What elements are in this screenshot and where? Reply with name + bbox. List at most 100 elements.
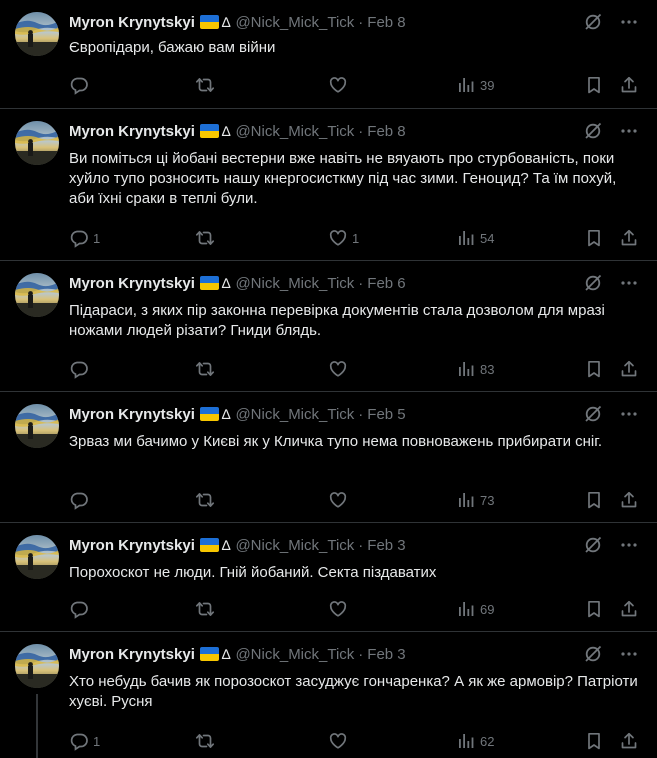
author-name[interactable]: Myron Krynytskyi (69, 537, 195, 554)
like-button[interactable]: 1 (328, 228, 359, 248)
reply-button[interactable]: 1 (69, 731, 100, 751)
like-icon (328, 490, 348, 510)
tweet[interactable]: Myron Krynytskyi ∆ @Nick_Mick_Tick · Feb… (0, 261, 657, 392)
more-icon[interactable] (619, 535, 639, 555)
thread-line (36, 694, 38, 758)
reply-count: 1 (93, 733, 101, 749)
delta-badge: ∆ (221, 646, 231, 662)
views-button[interactable]: 54 (456, 228, 494, 248)
share-button[interactable] (619, 490, 639, 510)
grok-icon[interactable] (583, 273, 603, 293)
tweet[interactable]: Myron Krynytskyi ∆ @Nick_Mick_Tick · Feb… (0, 0, 657, 109)
ukraine-flag-icon (199, 15, 219, 29)
reply-button[interactable]: 1 (69, 228, 100, 248)
like-button[interactable] (328, 599, 352, 619)
author-handle[interactable]: @Nick_Mick_Tick (235, 123, 354, 140)
more-icon[interactable] (619, 121, 639, 141)
tweet-date[interactable]: Feb 6 (367, 275, 405, 292)
author-handle[interactable]: @Nick_Mick_Tick (235, 537, 354, 554)
retweet-button[interactable] (195, 731, 219, 751)
share-button[interactable] (619, 359, 639, 379)
retweet-button[interactable] (195, 599, 219, 619)
author-name[interactable]: Myron Krynytskyi (69, 123, 195, 140)
more-icon[interactable] (619, 273, 639, 293)
bookmark-icon (584, 359, 604, 379)
more-icon[interactable] (619, 644, 639, 664)
retweet-button[interactable] (195, 490, 219, 510)
views-button[interactable]: 69 (456, 599, 494, 619)
tweet-top-actions (583, 644, 639, 664)
ukraine-flag-icon (199, 407, 219, 421)
reply-button[interactable] (69, 490, 93, 510)
author-name[interactable]: Myron Krynytskyi (69, 646, 195, 663)
more-icon[interactable] (619, 404, 639, 424)
reply-button[interactable] (69, 599, 93, 619)
author-handle[interactable]: @Nick_Mick_Tick (235, 406, 354, 423)
share-button[interactable] (619, 228, 639, 248)
grok-icon[interactable] (583, 121, 603, 141)
grok-icon[interactable] (583, 404, 603, 424)
like-button[interactable] (328, 75, 352, 95)
grok-icon[interactable] (583, 535, 603, 555)
tweet-date[interactable]: Feb 3 (367, 537, 405, 554)
avatar[interactable] (15, 535, 59, 579)
author-name[interactable]: Myron Krynytskyi (69, 14, 195, 31)
share-button[interactable] (619, 731, 639, 751)
tweet-date[interactable]: Feb 3 (367, 646, 405, 663)
retweet-button[interactable] (195, 228, 219, 248)
reply-button[interactable] (69, 75, 93, 95)
share-button[interactable] (619, 599, 639, 619)
tweet[interactable]: Myron Krynytskyi ∆ @Nick_Mick_Tick · Feb… (0, 632, 657, 758)
reply-button[interactable] (69, 359, 93, 379)
tweet-text: Підараси, з яких пір законна перевірка д… (69, 302, 605, 339)
views-icon (456, 490, 476, 510)
tweet-actions: 83 (69, 359, 641, 379)
avatar[interactable] (15, 12, 59, 56)
retweet-button[interactable] (195, 359, 219, 379)
views-button[interactable]: 73 (456, 490, 494, 510)
like-icon (328, 599, 348, 619)
bookmark-button[interactable] (584, 599, 604, 619)
tweet-text: Хто небудь бачив як порозоскот засуджує … (69, 673, 638, 710)
author-handle[interactable]: @Nick_Mick_Tick (235, 275, 354, 292)
grok-icon[interactable] (583, 12, 603, 32)
author-handle[interactable]: @Nick_Mick_Tick (235, 14, 354, 31)
tweet-date[interactable]: Feb 8 (367, 123, 405, 140)
share-button[interactable] (619, 75, 639, 95)
tweet[interactable]: Myron Krynytskyi ∆ @Nick_Mick_Tick · Feb… (0, 392, 657, 523)
like-button[interactable] (328, 359, 352, 379)
like-button[interactable] (328, 731, 352, 751)
more-icon[interactable] (619, 12, 639, 32)
tweet-text: Європідари, бажаю вам війни (69, 39, 276, 56)
share-icon (619, 359, 639, 379)
bookmark-button[interactable] (584, 359, 604, 379)
avatar[interactable] (15, 404, 59, 448)
tweet-header: Myron Krynytskyi ∆ @Nick_Mick_Tick · Feb… (69, 273, 406, 293)
share-icon (619, 599, 639, 619)
bookmark-button[interactable] (584, 731, 604, 751)
grok-icon[interactable] (583, 644, 603, 664)
ukraine-flag-icon (199, 647, 219, 661)
bookmark-button[interactable] (584, 228, 604, 248)
tweet[interactable]: Myron Krynytskyi ∆ @Nick_Mick_Tick · Feb… (0, 109, 657, 261)
avatar[interactable] (15, 273, 59, 317)
author-name[interactable]: Myron Krynytskyi (69, 275, 195, 292)
bookmark-button[interactable] (584, 490, 604, 510)
tweet[interactable]: Myron Krynytskyi ∆ @Nick_Mick_Tick · Feb… (0, 523, 657, 632)
retweet-icon (195, 359, 215, 379)
author-name[interactable]: Myron Krynytskyi (69, 406, 195, 423)
tweet-date[interactable]: Feb 5 (367, 406, 405, 423)
tweet-text: Порохоскот не люди. Гній йобаний. Секта … (69, 564, 437, 581)
separator-dot: · (358, 645, 364, 663)
bookmark-button[interactable] (584, 75, 604, 95)
views-icon (456, 731, 476, 751)
views-button[interactable]: 83 (456, 359, 494, 379)
like-button[interactable] (328, 490, 352, 510)
retweet-button[interactable] (195, 75, 219, 95)
tweet-date[interactable]: Feb 8 (367, 14, 405, 31)
avatar[interactable] (15, 644, 59, 688)
views-button[interactable]: 39 (456, 75, 494, 95)
author-handle[interactable]: @Nick_Mick_Tick (235, 646, 354, 663)
views-button[interactable]: 62 (456, 731, 494, 751)
avatar[interactable] (15, 121, 59, 165)
